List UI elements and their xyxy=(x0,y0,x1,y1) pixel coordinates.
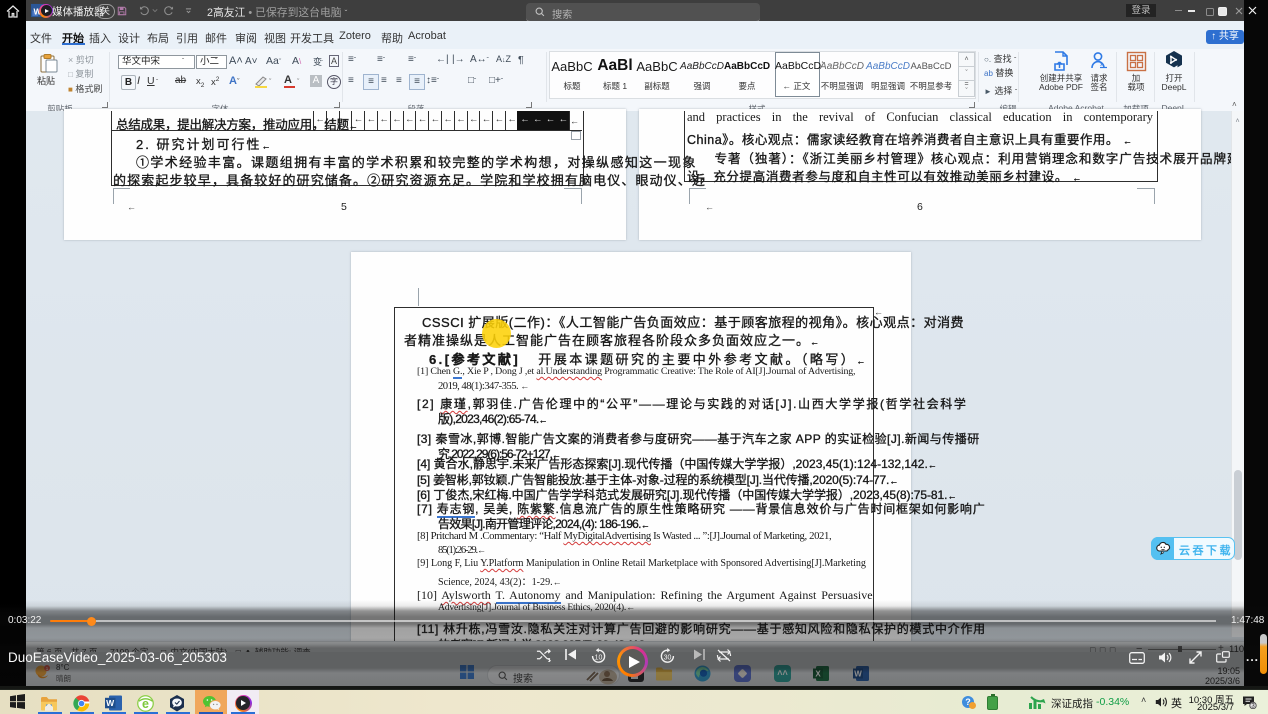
svg-text:x: x xyxy=(1099,62,1103,68)
svg-text:10: 10 xyxy=(595,655,603,662)
svg-text:W: W xyxy=(106,698,115,708)
svg-text:30: 30 xyxy=(664,655,672,662)
